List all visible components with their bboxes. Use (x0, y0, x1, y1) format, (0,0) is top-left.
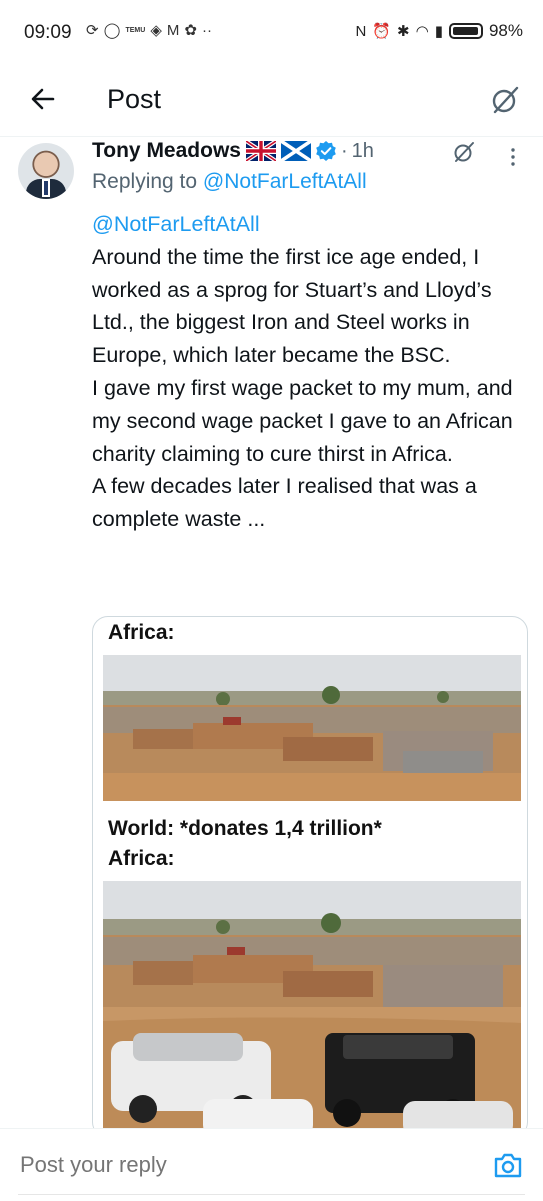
meme-caption-3: Africa: (108, 847, 175, 870)
alarm-icon: ⏰ (372, 23, 392, 40)
top-bar: Post (0, 70, 543, 137)
tweet-text: @NotFarLeftAtAll Around the time the fir… (92, 208, 532, 536)
layers-icon: ◈ (150, 22, 162, 39)
tweet-paragraph-2: I gave my first wage packet to my mum, a… (92, 375, 513, 466)
replying-prefix: Replying to (92, 170, 198, 193)
notification-icons: ⟳ ◯ TEMU ◈ M ✿ ·· (86, 21, 212, 40)
verified-badge-icon (316, 141, 336, 161)
slum-photo-2 (103, 881, 521, 1137)
system-icons: N ⏰ ✱ ◠ ▮ 98% (356, 21, 524, 41)
tweet-image[interactable]: Africa: World: *donates 1,4 trillion* Af… (92, 616, 528, 1138)
battery-percent: 98% (488, 21, 523, 40)
tweet-time[interactable]: 1h (352, 140, 374, 163)
uk-flag-icon (245, 141, 276, 161)
bluetooth-icon: ✱ (397, 23, 410, 40)
page-title: Post (107, 84, 162, 114)
status-bar: 09:09 ⟳ ◯ TEMU ◈ M ✿ ·· N ⏰ ✱ ◠ ▮ 98% (0, 0, 543, 70)
more-icon[interactable] (506, 146, 520, 170)
replying-to: Replying to @NotFarLeftAtAll (92, 170, 367, 194)
tweet-separator: · (340, 139, 348, 162)
nfc-icon: N (355, 22, 367, 40)
tweet-author-row: Tony Meadows · 1h (92, 139, 374, 163)
sync-icon: ⟳ (86, 22, 99, 39)
meme-caption-2: World: *donates 1,4 trillion* (108, 817, 382, 840)
replying-handle[interactable]: @NotFarLeftAtAll (203, 170, 367, 193)
temu-icon: TEMU (125, 26, 146, 34)
author-name[interactable]: Tony Meadows (92, 139, 241, 163)
pinwheel-icon: ✿ (184, 22, 197, 39)
back-arrow-icon[interactable] (26, 82, 60, 116)
slum-photo-1 (103, 655, 521, 801)
reply-divider (18, 1194, 525, 1195)
tweet-paragraph-3: A few decades later I realised that was … (92, 474, 477, 532)
camera-icon[interactable] (493, 1151, 523, 1179)
signal-icon: ▮ (434, 23, 443, 40)
grok-icon[interactable] (489, 84, 521, 116)
battery-icon (448, 23, 483, 39)
reply-input[interactable] (18, 1151, 310, 1179)
scotland-flag-icon (280, 141, 311, 161)
meme-caption-1: Africa: (108, 621, 175, 644)
avatar[interactable] (18, 143, 74, 199)
more-notifications-icon: ·· (202, 21, 212, 39)
grok-explain-icon[interactable] (452, 140, 476, 164)
status-time: 09:09 (24, 22, 72, 43)
mention-link[interactable]: @NotFarLeftAtAll (92, 212, 260, 236)
whatsapp-icon: ◯ (103, 22, 121, 39)
tweet-paragraph-1: Around the time the first ice age ended,… (92, 244, 492, 368)
reply-bar (0, 1128, 543, 1201)
gmail-icon: M (166, 21, 180, 39)
wifi-icon: ◠ (415, 23, 429, 40)
